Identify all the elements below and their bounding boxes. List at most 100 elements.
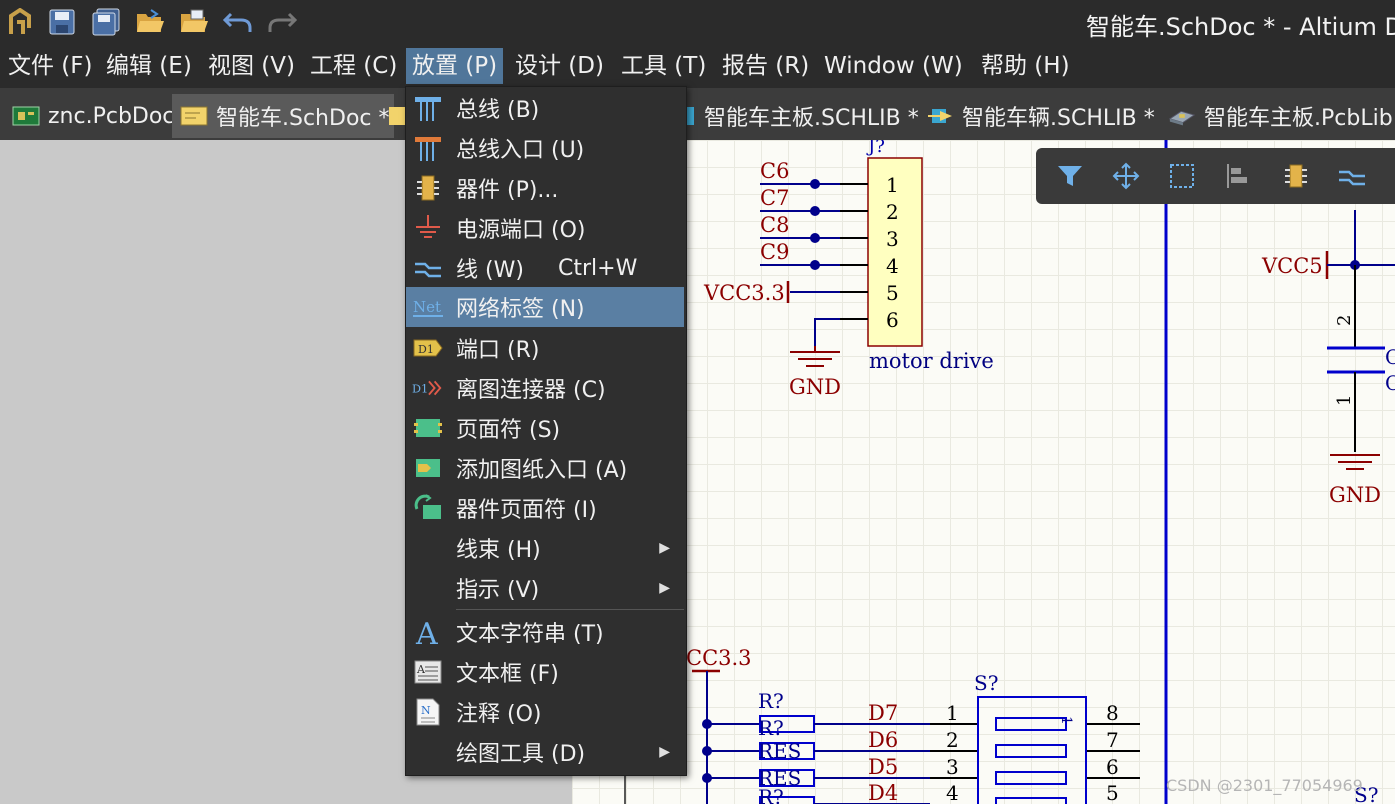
move-icon[interactable] [1106, 156, 1146, 196]
submenu-arrow-icon: ▶ [659, 744, 670, 760]
menu-help[interactable]: 帮助 (H) [975, 48, 1076, 84]
power-label-vcc5[interactable]: VCC5 [1261, 254, 1323, 278]
net-label-d5[interactable]: D5 [868, 755, 898, 779]
menu-item-note[interactable]: N 注释 (O) [406, 693, 684, 731]
dip-switch-body[interactable] [977, 696, 1087, 804]
menu-item-port[interactable]: D1 端口 (R) [406, 329, 684, 367]
switch-pin-1: 1 [946, 701, 959, 725]
wire-icon [412, 252, 444, 284]
power-port-icon [412, 212, 444, 244]
tab-hidden-doc[interactable] [388, 94, 406, 138]
net-label-icon: Net [412, 291, 444, 323]
window-title: 智能车.SchDoc * - Altium Do [1086, 13, 1395, 41]
active-bar-toolbar [1036, 148, 1395, 204]
menu-reports[interactable]: 报告 (R) [716, 48, 815, 84]
menu-project[interactable]: 工程 (C) [304, 48, 403, 84]
menu-item-bus-entry[interactable]: 总线入口 (U) [406, 129, 684, 167]
resistor-ref-label: R? [758, 689, 784, 713]
net-label-c8[interactable]: C8 [760, 213, 789, 237]
wire-shortcut: Ctrl+W [558, 255, 638, 281]
cap-c-label: C [1385, 345, 1395, 369]
gnd-label: GND [789, 375, 841, 399]
net-label-c7[interactable]: C7 [760, 186, 789, 210]
menu-item-part[interactable]: 器件 (P)... [406, 169, 684, 207]
resistor-ref-label-3: R? [758, 785, 784, 804]
menu-item-drawing-tools[interactable]: 绘图工具 (D) ▶ [406, 733, 684, 771]
wire-icon[interactable] [1332, 156, 1372, 196]
cap-pin-2: 2 [1334, 315, 1355, 326]
gnd-symbol-right [1330, 454, 1380, 470]
menu-item-power-port[interactable]: 电源端口 (O) [406, 209, 684, 247]
sch-doc-icon [180, 104, 208, 128]
j-pin-3: 3 [886, 227, 899, 251]
menu-item-wire[interactable]: 线 (W) Ctrl+W [406, 249, 684, 287]
menu-tools[interactable]: 工具 (T) [615, 48, 712, 84]
off-sheet-connector-icon: D1 [412, 372, 444, 404]
open-icon[interactable] [134, 6, 166, 38]
menu-item-off-sheet-connector[interactable]: D1 离图连接器 (C) [406, 369, 684, 407]
menu-item-sheet-entry[interactable]: 添加图纸入口 (A) [406, 449, 684, 487]
tab-znc-pcbdoc[interactable]: znc.PcbDoc [6, 94, 182, 138]
switch-pin-3: 3 [946, 755, 959, 779]
tab-zhinengche-schdoc[interactable]: 智能车.SchDoc * [172, 94, 394, 138]
tab-main-board-pcblib[interactable]: 智能车主板.PcbLib [1168, 94, 1393, 138]
switch-pin-2: 2 [946, 728, 959, 752]
menu-file[interactable]: 文件 (F) [2, 48, 99, 84]
menu-window[interactable]: Window (W) [818, 48, 969, 84]
net-label-c6[interactable]: C6 [760, 159, 789, 183]
submenu-arrow-icon: ▶ [659, 540, 670, 556]
bus-entry-icon [412, 132, 444, 164]
text-frame-icon: A [412, 656, 444, 688]
net-label-d6[interactable]: D6 [868, 728, 898, 752]
redo-icon[interactable] [266, 6, 298, 38]
menu-edit[interactable]: 编辑 (E) [100, 48, 198, 84]
menu-design[interactable]: 设计 (D) [509, 48, 610, 84]
menu-item-harness[interactable]: 线束 (H) ▶ [406, 529, 684, 567]
watermark: CSDN @2301_77054969 [1166, 776, 1363, 795]
select-icon[interactable] [1162, 156, 1202, 196]
device-sheet-symbol-icon [412, 492, 444, 524]
menu-item-device-sheet-symbol[interactable]: 器件页面符 (I) [406, 489, 684, 527]
tab-label: 智能车辆.SCHLIB * [962, 106, 1155, 131]
altium-logo-icon[interactable] [4, 6, 36, 38]
menu-item-net-label[interactable]: Net 网络标签 (N) [406, 287, 684, 327]
j-ref-label: J? [866, 140, 885, 157]
net-label-d7[interactable]: D7 [868, 701, 898, 725]
svg-text:D1: D1 [418, 343, 434, 356]
menu-item-directives[interactable]: 指示 (V) ▶ [406, 569, 684, 607]
menu-item-text-frame[interactable]: A 文本框 (F) [406, 653, 684, 691]
filter-icon[interactable] [1050, 156, 1090, 196]
switch-pin-8: 8 [1106, 701, 1119, 725]
net-label-c9[interactable]: C9 [760, 240, 789, 264]
svg-text:Net: Net [413, 298, 441, 316]
tab-main-board-schlib[interactable]: 智能车主板.SCHLIB * [676, 94, 919, 138]
save-icon[interactable] [46, 6, 78, 38]
switch-pin-6: 6 [1106, 755, 1119, 779]
bus-icon [412, 92, 444, 124]
undo-icon[interactable] [222, 6, 254, 38]
menu-place[interactable]: 放置 (P) [406, 48, 504, 84]
power-label-cc33[interactable]: CC3.3 [686, 646, 752, 670]
gnd-label-right: GND [1329, 483, 1381, 507]
save-all-icon[interactable] [90, 6, 122, 38]
open-project-icon[interactable] [178, 6, 210, 38]
svg-text:N: N [421, 704, 431, 717]
menu-item-bus[interactable]: 总线 (B) [406, 89, 684, 127]
menu-bar: 文件 (F) 编辑 (E) 视图 (V) 工程 (C) 放置 (P) 设计 (D… [0, 44, 1395, 88]
power-label-vcc33[interactable]: VCC3.3 [703, 281, 785, 305]
menu-item-sheet-symbol[interactable]: 页面符 (S) [406, 409, 684, 447]
schematic-canvas[interactable]: J? 1 2 3 4 5 6 C6 C7 C8 C9 VCC3.3 GND mo… [572, 140, 1395, 804]
menu-view[interactable]: 视图 (V) [202, 48, 301, 84]
place-menu-dropdown: 总线 (B) 总线入口 (U) 器件 (P)... 电源端口 (O) 线 (W)… [405, 86, 687, 776]
menu-item-text-string[interactable]: A 文本字符串 (T) [406, 613, 684, 651]
svg-text:A: A [416, 663, 426, 676]
switch-pin-7: 7 [1106, 728, 1119, 752]
align-icon[interactable] [1218, 156, 1258, 196]
j-pin-4: 4 [886, 254, 899, 278]
tab-vehicle-schlib[interactable]: 智能车辆.SCHLIB * [926, 94, 1155, 138]
tab-label: 智能车主板.SCHLIB * [704, 106, 919, 131]
cap-pin-1: 1 [1334, 395, 1355, 406]
net-label-d4[interactable]: D4 [868, 781, 898, 804]
part-icon[interactable] [1276, 156, 1316, 196]
j-pin-6: 6 [886, 308, 899, 332]
